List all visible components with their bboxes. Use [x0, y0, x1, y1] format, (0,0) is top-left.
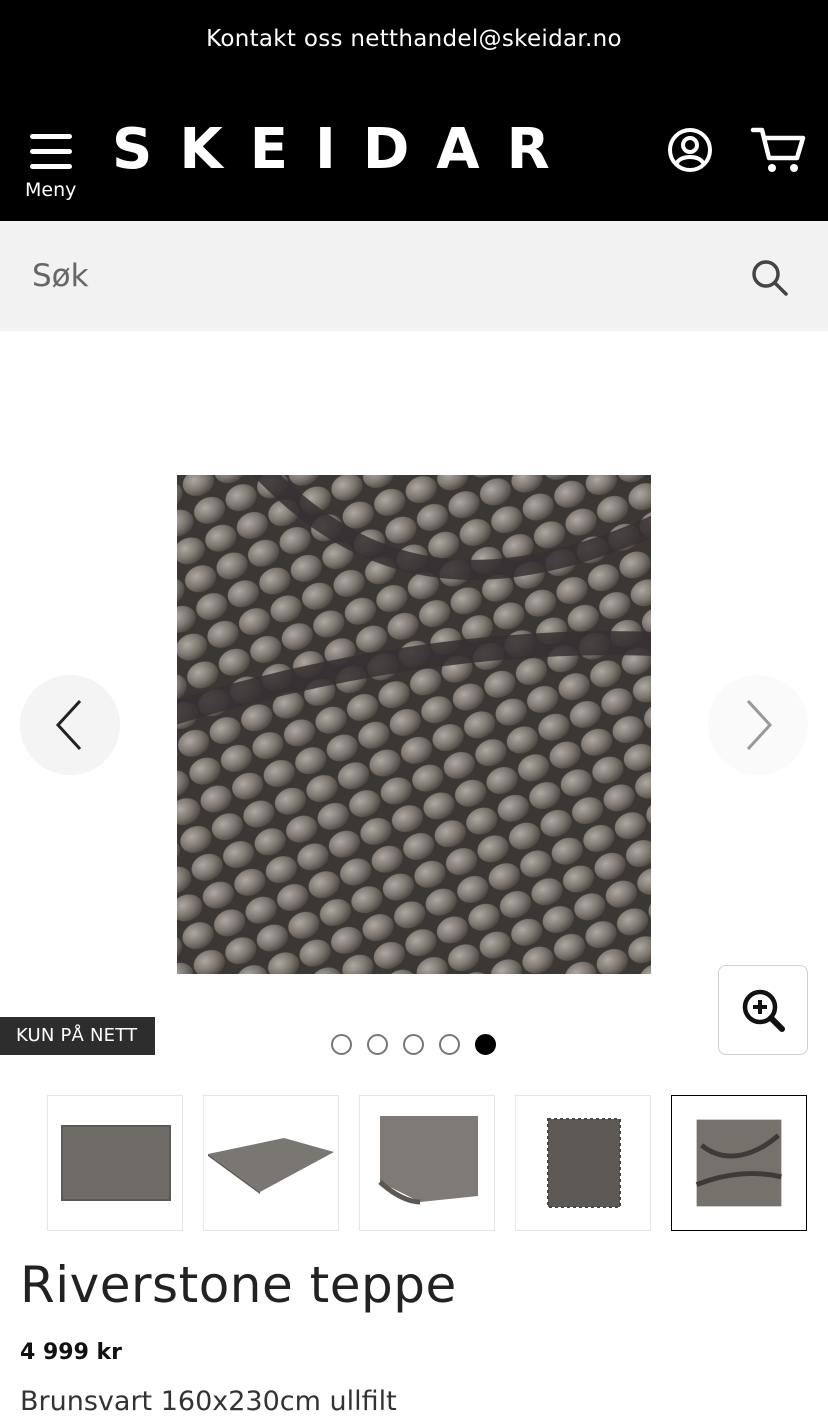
online-only-badge: KUN PÅ NETT: [0, 1017, 155, 1055]
carousel-next-button[interactable]: [708, 675, 808, 775]
contact-banner[interactable]: Kontakt oss netthandel@skeidar.no: [0, 26, 828, 52]
thumbnail-2[interactable]: [203, 1095, 339, 1231]
carousel-prev-button[interactable]: [20, 675, 120, 775]
thumbnail-4[interactable]: [515, 1095, 651, 1231]
thumbnail-5[interactable]: [671, 1095, 807, 1231]
product-variant: Brunsvart 160x230cm ullfilt: [20, 1386, 397, 1417]
menu-button[interactable]: Meny: [22, 126, 82, 206]
account-icon[interactable]: [666, 126, 714, 174]
zoom-in-icon: [742, 989, 785, 1032]
search-bar: [0, 221, 828, 331]
cart-icon[interactable]: [750, 124, 806, 176]
product-price: 4 999 kr: [20, 1340, 123, 1365]
thumbnail-1[interactable]: [47, 1095, 183, 1231]
chevron-right-icon: [746, 699, 773, 751]
hamburger-icon: [30, 130, 72, 170]
carousel-dot[interactable]: [331, 1034, 352, 1055]
carousel-dot[interactable]: [403, 1034, 424, 1055]
site-header: Kontakt oss netthandel@skeidar.no Meny S…: [0, 0, 828, 221]
thumbnail-3[interactable]: [359, 1095, 495, 1231]
carousel-dot[interactable]: [367, 1034, 388, 1055]
search-input[interactable]: [32, 249, 712, 303]
carousel-dot[interactable]: [439, 1034, 460, 1055]
menu-label: Meny: [25, 179, 77, 201]
product-title: Riverstone teppe: [20, 1256, 457, 1314]
carousel-pagination: [331, 1034, 501, 1056]
carousel-dot-active[interactable]: [475, 1034, 496, 1055]
zoom-button[interactable]: [718, 965, 808, 1055]
product-main-image[interactable]: [177, 475, 651, 974]
search-icon[interactable]: [748, 256, 792, 300]
site-logo[interactable]: SKEIDAR: [112, 118, 577, 182]
chevron-left-icon: [55, 699, 82, 751]
